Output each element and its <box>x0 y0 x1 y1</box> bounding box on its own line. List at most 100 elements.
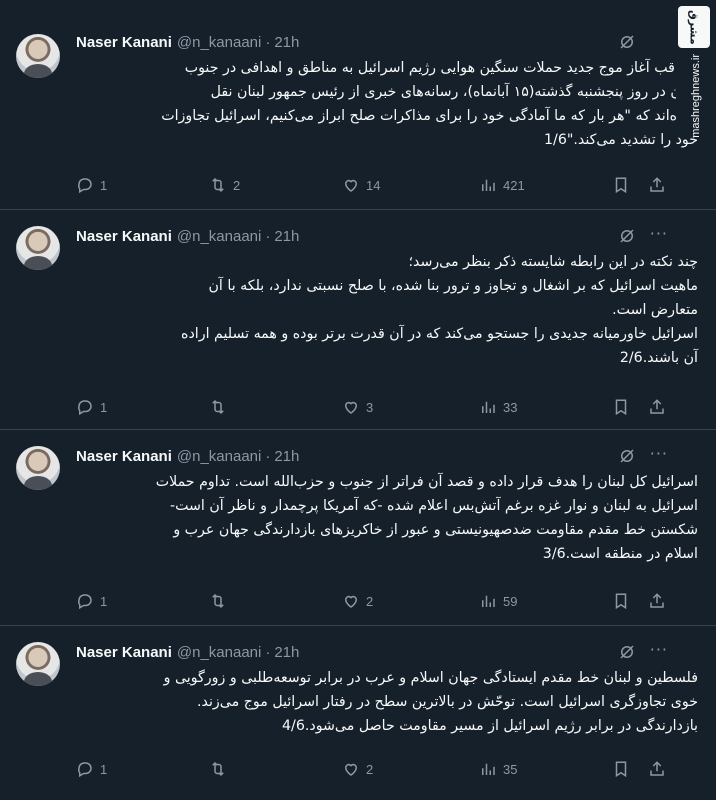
author-handle[interactable]: @n_kanaani <box>177 448 261 465</box>
view-count: 35 <box>503 761 518 777</box>
grok-icon[interactable] <box>618 643 636 661</box>
retweet-icon <box>212 399 224 415</box>
author-name[interactable]: Naser Kanani <box>76 644 172 661</box>
heart-icon <box>344 179 358 192</box>
bookmark-button[interactable] <box>612 176 636 194</box>
heart-icon <box>344 595 358 608</box>
heart-icon <box>344 763 358 776</box>
separator-dot: · <box>265 643 271 661</box>
share-icon <box>650 593 664 608</box>
timestamp[interactable]: 21h <box>274 228 299 245</box>
share-button[interactable] <box>648 176 672 194</box>
tweet-text: چند نکته در این رابطه شایسته ذکر بنظر می… <box>76 250 698 370</box>
view-count: 421 <box>503 177 525 193</box>
avatar[interactable] <box>16 226 60 270</box>
author-handle[interactable]: @n_kanaani <box>177 228 261 245</box>
action-bar: 1 2 35 <box>76 760 676 782</box>
tweet-line: اسرائیل خاورمیانه جدیدی را جستجو می‌کند … <box>181 326 698 342</box>
bookmark-icon <box>615 399 627 416</box>
reply-icon <box>78 594 92 610</box>
tweet[interactable]: Naser Kanani @n_kanaani · 21h ··· فلسطین… <box>0 626 716 800</box>
tweet-text: اسرائیل کل لبنان را هدف قرار داده و قصد … <box>76 470 698 566</box>
views-button[interactable]: 35 <box>479 760 517 778</box>
bookmark-icon <box>615 177 627 194</box>
like-button[interactable]: 14 <box>342 176 380 194</box>
tweet-line: لبنان در روز پنجشنبه گذشته(۱۵ آبانماه)، … <box>210 84 698 100</box>
tweet-line: خود را تشدید می‌کند."1/6 <box>544 132 698 148</box>
bookmark-button[interactable] <box>612 760 636 778</box>
author-name[interactable]: Naser Kanani <box>76 34 172 51</box>
bookmark-button[interactable] <box>612 398 636 416</box>
grok-icon[interactable] <box>618 447 636 465</box>
more-options-icon[interactable]: ··· <box>650 224 668 243</box>
like-button[interactable]: 2 <box>342 592 373 610</box>
reply-button[interactable]: 1 <box>76 760 107 778</box>
more-options-icon[interactable]: ··· <box>650 444 668 463</box>
tweet[interactable]: Naser Kanani @n_kanaani · 21h ··· اسرائی… <box>0 430 716 626</box>
tweet-line: بازدارندگی در برابر رژیم اسرائیل از مسیر… <box>282 718 698 734</box>
timestamp[interactable]: 21h <box>274 644 299 661</box>
tweet-text: متعاقب آغاز موج جدید حملات سنگین هوایی ر… <box>76 56 698 152</box>
like-count: 3 <box>366 399 374 415</box>
views-button[interactable]: 421 <box>479 176 525 194</box>
tweet-line: متعاقب آغاز موج جدید حملات سنگین هوایی ر… <box>184 60 698 76</box>
view-count: 33 <box>503 399 518 415</box>
avatar[interactable] <box>16 34 60 78</box>
watermark-url: mashreghnews.ir <box>690 54 702 138</box>
like-count: 2 <box>366 593 374 609</box>
timestamp[interactable]: 21h <box>274 34 299 51</box>
watermark: مشرق mashreghnews.ir <box>676 0 716 138</box>
views-button[interactable]: 33 <box>479 398 517 416</box>
retweet-button[interactable] <box>209 760 233 778</box>
retweet-button[interactable] <box>209 592 233 610</box>
tweet-line: شکستن خط مقدم مقاومت ضدصهیونیستی و عبور … <box>173 522 698 538</box>
views-button[interactable]: 59 <box>479 592 517 610</box>
reply-icon <box>78 178 92 194</box>
share-icon <box>650 177 664 192</box>
reply-button[interactable]: 1 <box>76 176 107 194</box>
grok-icon[interactable] <box>618 227 636 245</box>
reply-icon <box>78 762 92 778</box>
reply-button[interactable]: 1 <box>76 592 107 610</box>
tweet-text: فلسطین و لبنان خط مقدم ایستادگی جهان اسل… <box>76 666 698 738</box>
reply-button[interactable]: 1 <box>76 398 107 416</box>
author-handle[interactable]: @n_kanaani <box>177 34 261 51</box>
mashregh-logo: مشرق <box>678 6 710 48</box>
reply-count: 1 <box>100 177 108 193</box>
tweet-line: فلسطین و لبنان خط مقدم ایستادگی جهان اسل… <box>163 670 698 686</box>
avatar[interactable] <box>16 642 60 686</box>
share-button[interactable] <box>648 398 672 416</box>
analytics-icon <box>482 401 495 413</box>
action-bar: 1 2 59 <box>76 592 676 614</box>
reply-icon <box>78 400 92 416</box>
separator-dot: · <box>265 447 271 465</box>
view-count: 59 <box>503 593 518 609</box>
share-button[interactable] <box>648 760 672 778</box>
bookmark-button[interactable] <box>612 592 636 610</box>
grok-icon[interactable] <box>618 33 636 51</box>
tweet-header: Naser Kanani @n_kanaani · 21h <box>76 445 299 467</box>
share-button[interactable] <box>648 592 672 610</box>
author-name[interactable]: Naser Kanani <box>76 448 172 465</box>
separator-dot: · <box>265 227 271 245</box>
more-options-icon[interactable]: ··· <box>650 640 668 659</box>
tweet-line: اسرائیل کل لبنان را هدف قرار داده و قصد … <box>155 474 698 490</box>
heart-icon <box>344 401 358 414</box>
like-button[interactable]: 2 <box>342 760 373 778</box>
author-name[interactable]: Naser Kanani <box>76 228 172 245</box>
tweet-header: Naser Kanani @n_kanaani · 21h <box>76 31 299 53</box>
like-button[interactable]: 3 <box>342 398 373 416</box>
tweet-line: ماهیت اسرائیل که بر اشغال و تجاوز و ترور… <box>208 278 698 294</box>
action-bar: 1 2 14 421 <box>76 176 676 198</box>
action-bar: 1 3 33 <box>76 398 676 420</box>
author-handle[interactable]: @n_kanaani <box>177 644 261 661</box>
tweet[interactable]: Naser Kanani @n_kanaani · 21h متعاقب آغا… <box>0 0 716 210</box>
retweet-button[interactable]: 2 <box>209 176 240 194</box>
tweet-line: چند نکته در این رابطه شایسته ذکر بنظر می… <box>408 254 698 270</box>
avatar[interactable] <box>16 446 60 490</box>
timestamp[interactable]: 21h <box>274 448 299 465</box>
retweet-button[interactable] <box>209 398 233 416</box>
share-icon <box>650 399 664 414</box>
bookmark-icon <box>615 593 627 610</box>
tweet[interactable]: Naser Kanani @n_kanaani · 21h ··· چند نک… <box>0 210 716 430</box>
